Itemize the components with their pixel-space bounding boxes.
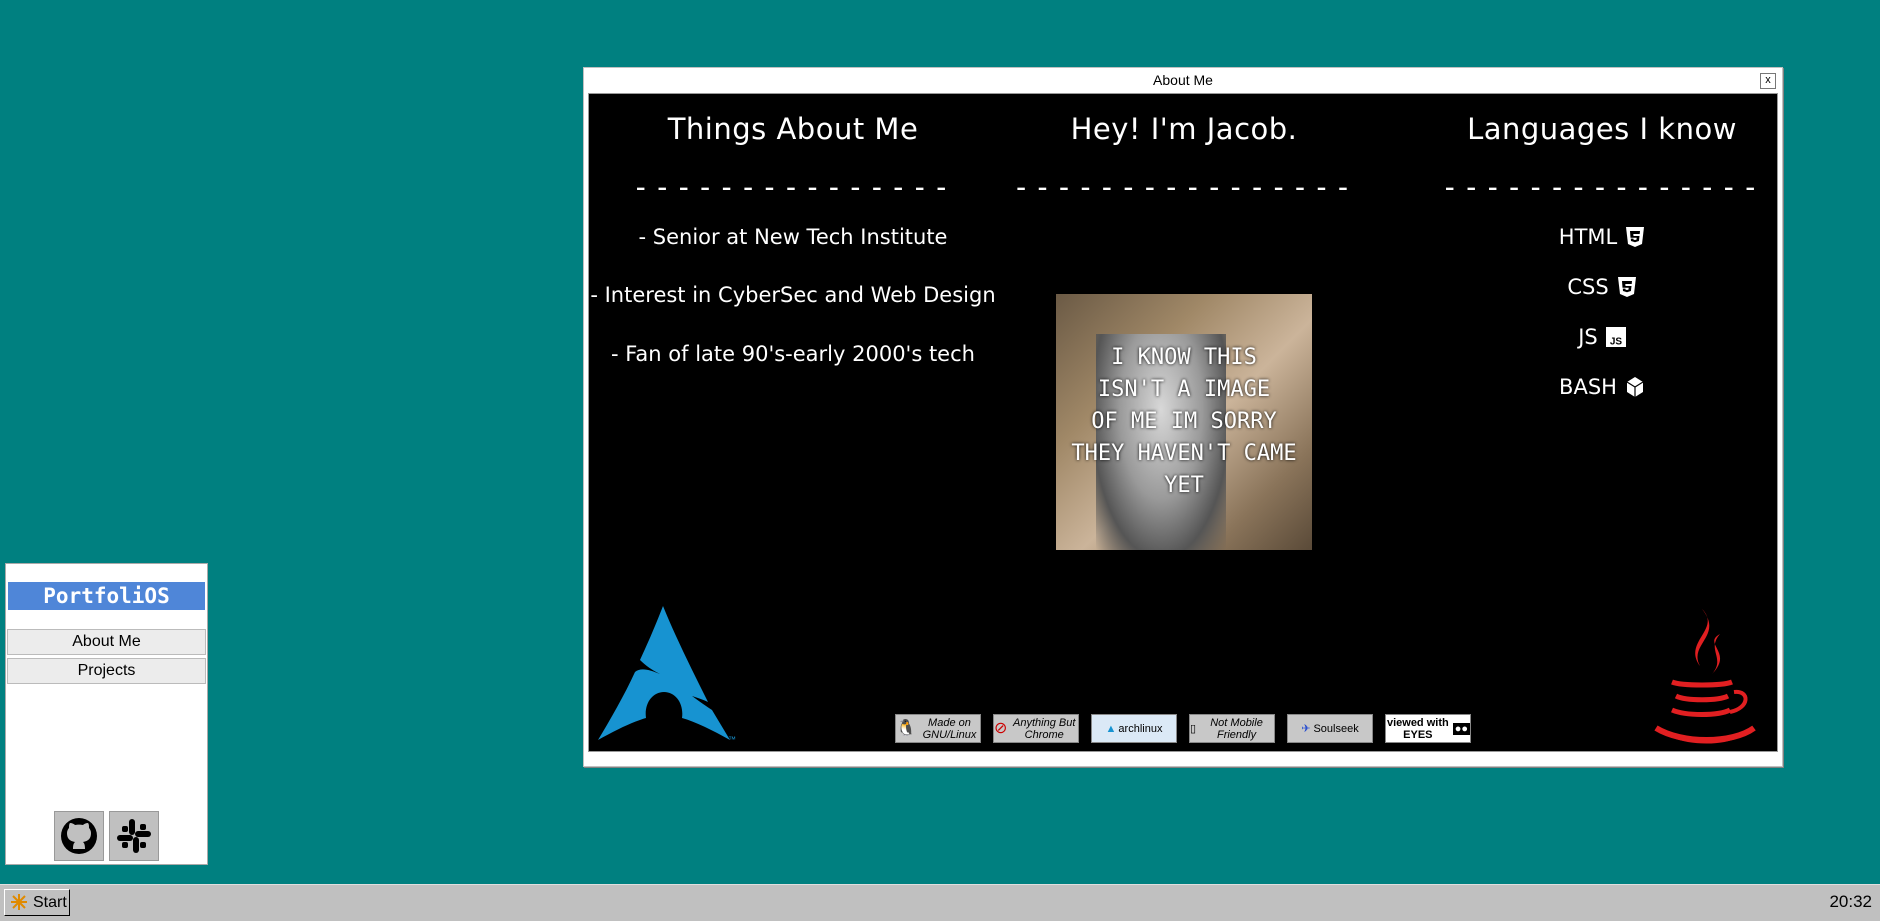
badge-gnu-linux[interactable]: 🐧 Made on GNU/Linux: [895, 714, 981, 743]
window-title: About Me: [1153, 72, 1213, 88]
java-logo: [1654, 609, 1756, 744]
start-star-icon: [11, 894, 27, 910]
svg-text:JS: JS: [1610, 336, 1623, 347]
about-item: - Interest in CyberSec and Web Design: [590, 283, 996, 307]
phone-icon: ▯: [1190, 722, 1197, 735]
intro-heading: Hey! I'm Jacob.: [1070, 112, 1298, 146]
languages-divider: ---------------: [1441, 170, 1763, 204]
languages-column: Languages I know --------------- HTML CS…: [1427, 94, 1777, 414]
about-heading: Things About Me: [667, 112, 919, 146]
arch-icon: ▲: [1105, 722, 1117, 735]
badge-viewed-with-eyes[interactable]: viewed with EYES ●●: [1385, 714, 1471, 743]
bash-icon: [1626, 377, 1644, 397]
slack-icon: [117, 819, 151, 853]
css3-icon: [1617, 277, 1636, 297]
about-item: - Senior at New Tech Institute: [638, 225, 948, 249]
about-column: Things About Me --------------- - Senior…: [589, 94, 997, 394]
badge-label: viewed with EYES: [1386, 716, 1449, 741]
about-divider: ---------------: [632, 170, 954, 204]
badge-row: 🐧 Made on GNU/Linux ⊘ Anything But Chrom…: [895, 714, 1471, 743]
bird-icon: ✈: [1301, 722, 1311, 735]
photo-caption: I KNOW THIS ISN'T A IMAGE OF ME IM SORRY…: [1071, 345, 1297, 498]
language-js: JS JS: [1427, 325, 1777, 349]
badge-label: Not Mobile Friendly: [1210, 716, 1263, 741]
badge-archlinux[interactable]: ▲ archlinux: [1091, 714, 1177, 743]
language-css: CSS: [1427, 275, 1777, 299]
badge-label: Made on GNU/Linux: [922, 716, 977, 741]
language-html: HTML: [1427, 225, 1777, 249]
launcher-about-me-button[interactable]: About Me: [7, 629, 206, 655]
arch-linux-logo: ™: [598, 606, 736, 744]
about-me-window[interactable]: About Me x Things About Me -------------…: [583, 67, 1783, 767]
portfolio-launcher: PortfoliOS About Me Projects: [5, 563, 208, 865]
taskbar-clock: 20:32: [1829, 892, 1872, 911]
window-content: Things About Me --------------- - Senior…: [588, 93, 1778, 752]
launcher-title: PortfoliOS: [8, 582, 205, 610]
language-label: BASH: [1559, 375, 1617, 399]
launcher-projects-button[interactable]: Projects: [7, 658, 206, 684]
github-icon: [61, 818, 97, 854]
badge-soulseek[interactable]: ✈ Soulseek: [1287, 714, 1373, 743]
badge-label: Soulseek: [1313, 722, 1359, 735]
badge-not-mobile-friendly[interactable]: ▯ Not Mobile Friendly: [1189, 714, 1275, 743]
badge-anything-but-chrome[interactable]: ⊘ Anything But Chrome: [993, 714, 1079, 743]
language-label: JS: [1578, 325, 1598, 349]
html5-icon: [1626, 227, 1645, 247]
language-label: HTML: [1558, 225, 1618, 249]
badge-label: Anything But Chrome: [1013, 716, 1076, 741]
tux-icon: 🐧: [896, 719, 916, 737]
badge-label: archlinux: [1118, 722, 1163, 735]
start-label: Start: [33, 894, 67, 911]
language-bash: BASH: [1427, 375, 1777, 399]
slack-button[interactable]: [109, 811, 159, 861]
eyes-icon: ●●: [1452, 722, 1470, 735]
start-button[interactable]: Start: [4, 889, 70, 916]
javascript-icon: JS: [1605, 327, 1626, 347]
taskbar: Start 20:32: [0, 884, 1880, 921]
languages-heading: Languages I know: [1467, 112, 1737, 146]
cat-photo: I KNOW THIS ISN'T A IMAGE OF ME IM SORRY…: [1056, 294, 1312, 550]
svg-text:™: ™: [728, 735, 736, 744]
language-label: CSS: [1567, 275, 1609, 299]
no-chrome-icon: ⊘: [994, 719, 1008, 737]
intro-divider: ----------------: [1012, 170, 1356, 204]
about-item: - Fan of late 90's-early 2000's tech: [611, 342, 975, 366]
github-button[interactable]: [54, 811, 104, 861]
window-close-button[interactable]: x: [1760, 73, 1776, 89]
